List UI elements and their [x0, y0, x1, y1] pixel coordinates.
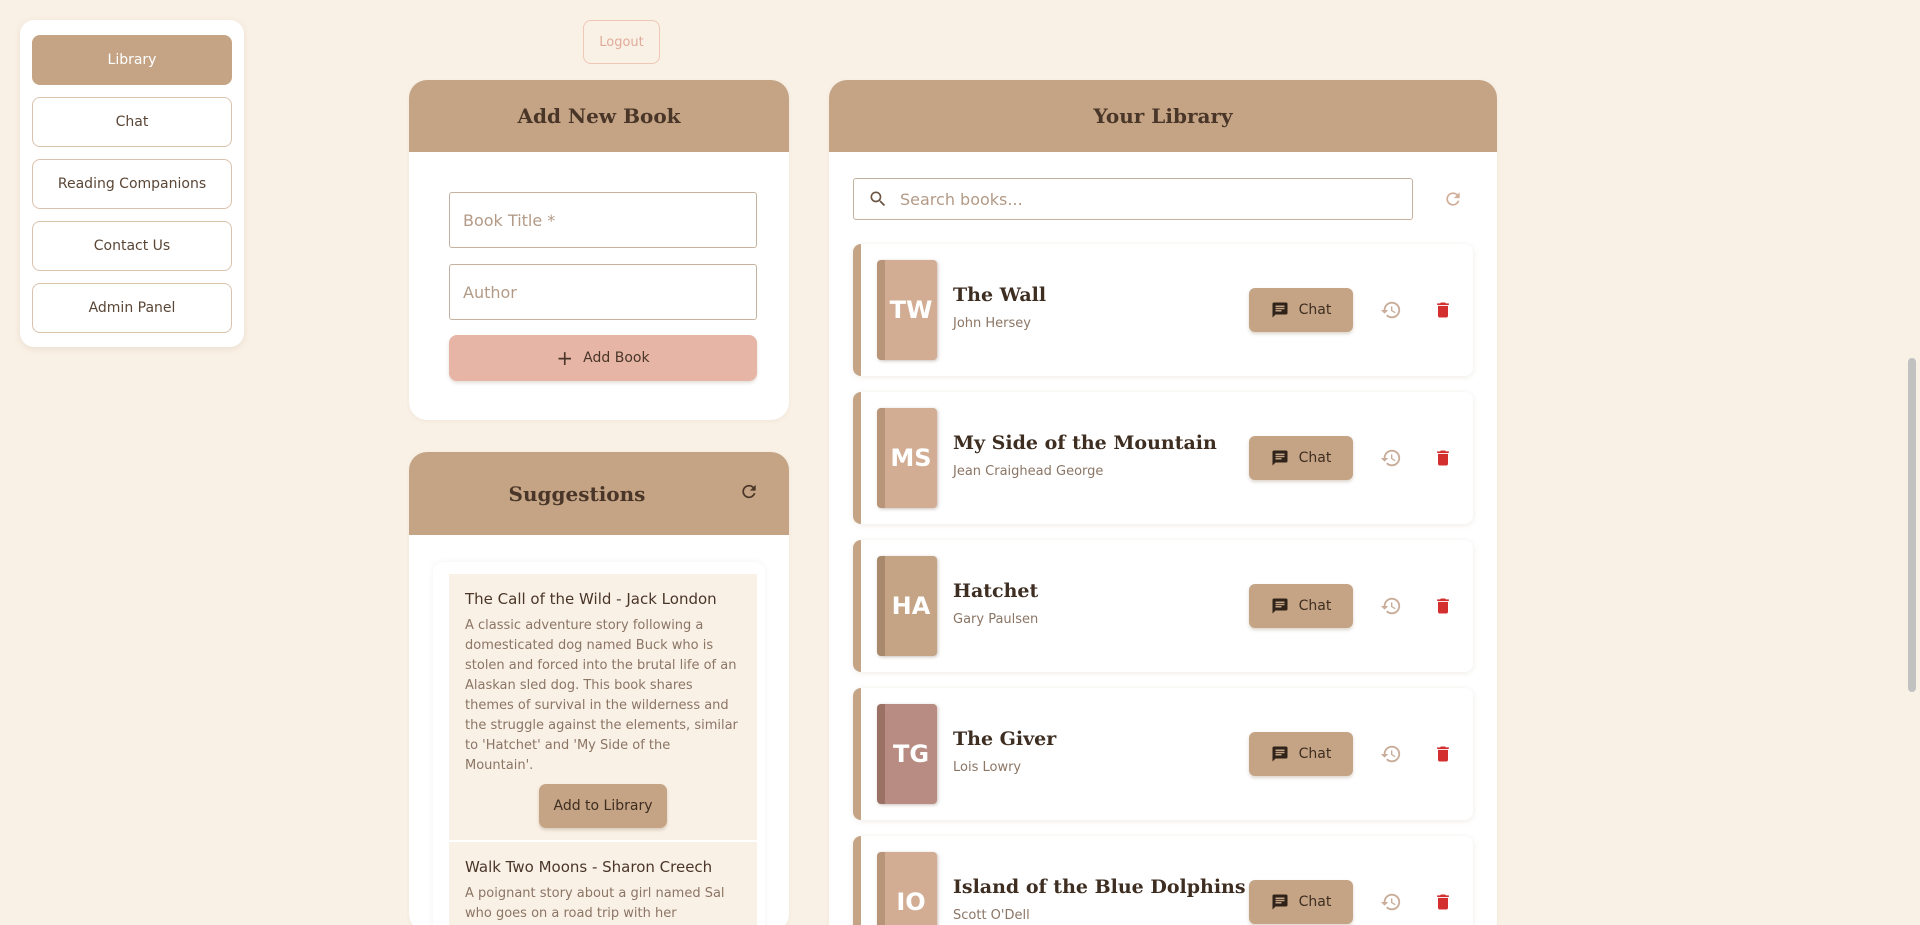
search-placeholder: Search books... — [900, 189, 1023, 209]
delete-icon[interactable] — [1431, 594, 1455, 618]
add-book-button[interactable]: + Add Book — [449, 335, 757, 381]
refresh-suggestions-icon[interactable] — [739, 481, 759, 506]
chat-button-label: Chat — [1298, 894, 1332, 910]
chat-icon — [1272, 746, 1288, 762]
delete-icon[interactable] — [1431, 446, 1455, 470]
library-title: Your Library — [829, 80, 1497, 152]
chat-button-label: Chat — [1298, 746, 1332, 762]
chat-button-label: Chat — [1298, 598, 1332, 614]
book-cover: IO — [877, 852, 937, 925]
chat-button[interactable]: Chat — [1249, 288, 1353, 332]
book-author: Gary Paulsen — [953, 612, 1039, 627]
library-card: Your Library Search books... TW The Wall… — [829, 80, 1497, 925]
delete-icon[interactable] — [1431, 890, 1455, 914]
book-title: Island of the Blue Dolphins — [953, 876, 1246, 898]
book-cover: HA — [877, 556, 937, 656]
book-row: HA Hatchet Gary Paulsen Chat — [853, 540, 1473, 672]
chat-button[interactable]: Chat — [1249, 436, 1353, 480]
add-to-library-button[interactable]: Add to Library — [539, 784, 667, 828]
chat-icon — [1272, 302, 1288, 318]
book-title: My Side of the Mountain — [953, 432, 1217, 454]
chat-button[interactable]: Chat — [1249, 732, 1353, 776]
chat-icon — [1272, 450, 1288, 466]
book-author: Jean Craighead George — [953, 464, 1104, 479]
suggestion-item: Walk Two Moons - Sharon Creech A poignan… — [449, 842, 757, 925]
add-book-button-label: Add Book — [583, 350, 650, 366]
book-title-input[interactable]: Book Title * — [449, 192, 757, 248]
scrollbar-thumb[interactable] — [1908, 358, 1916, 692]
nav-item-admin-panel[interactable]: Admin Panel — [32, 283, 232, 333]
suggestion-item: The Call of the Wild - Jack London A cla… — [449, 574, 757, 840]
history-icon[interactable] — [1379, 298, 1403, 322]
delete-icon[interactable] — [1431, 742, 1455, 766]
book-row: TG The Giver Lois Lowry Chat — [853, 688, 1473, 820]
sidebar-nav: Library Chat Reading Companions Contact … — [20, 20, 244, 347]
suggestion-description: A poignant story about a girl named Sal … — [465, 886, 725, 921]
history-icon[interactable] — [1379, 594, 1403, 618]
chat-button-label: Chat — [1298, 450, 1332, 466]
book-title: Hatchet — [953, 580, 1039, 602]
suggestions-list: The Call of the Wild - Jack London A cla… — [433, 562, 765, 925]
book-cover: TW — [877, 260, 937, 360]
nav-item-chat[interactable]: Chat — [32, 97, 232, 147]
author-input[interactable]: Author — [449, 264, 757, 320]
nav-item-reading-companions[interactable]: Reading Companions — [32, 159, 232, 209]
logout-button[interactable]: Logout — [583, 20, 660, 64]
search-icon — [868, 189, 888, 209]
search-input[interactable]: Search books... — [853, 178, 1413, 220]
suggestion-description: A classic adventure story following a do… — [465, 618, 738, 773]
suggestions-header: Suggestions — [409, 452, 789, 535]
delete-icon[interactable] — [1431, 298, 1455, 322]
book-row: MS My Side of the Mountain Jean Craighea… — [853, 392, 1473, 524]
add-book-card: Add New Book Book Title * Author + Add B… — [409, 80, 789, 420]
chat-button-label: Chat — [1298, 302, 1332, 318]
history-icon[interactable] — [1379, 446, 1403, 470]
nav-item-contact-us[interactable]: Contact Us — [32, 221, 232, 271]
add-book-title: Add New Book — [409, 80, 789, 152]
chat-icon — [1272, 598, 1288, 614]
suggestion-title: Walk Two Moons - Sharon Creech — [465, 858, 713, 876]
book-title: The Wall — [953, 284, 1047, 306]
chat-icon — [1272, 894, 1288, 910]
book-title: The Giver — [953, 728, 1057, 750]
history-icon[interactable] — [1379, 890, 1403, 914]
book-cover: MS — [877, 408, 937, 508]
book-author: John Hersey — [953, 316, 1031, 331]
plus-icon: + — [556, 346, 574, 370]
book-cover: TG — [877, 704, 937, 804]
suggestions-card: Suggestions The Call of the Wild - Jack … — [409, 452, 789, 925]
chat-button[interactable]: Chat — [1249, 584, 1353, 628]
book-author: Scott O'Dell — [953, 908, 1030, 923]
suggestion-title: The Call of the Wild - Jack London — [465, 590, 717, 608]
suggestions-title: Suggestions — [508, 481, 646, 506]
book-row: IO Island of the Blue Dolphins Scott O'D… — [853, 836, 1473, 925]
book-author: Lois Lowry — [953, 760, 1022, 775]
history-icon[interactable] — [1379, 742, 1403, 766]
chat-button[interactable]: Chat — [1249, 880, 1353, 924]
refresh-library-icon[interactable] — [1440, 186, 1466, 212]
book-row: TW The Wall John Hersey Chat — [853, 244, 1473, 376]
nav-item-library[interactable]: Library — [32, 35, 232, 85]
